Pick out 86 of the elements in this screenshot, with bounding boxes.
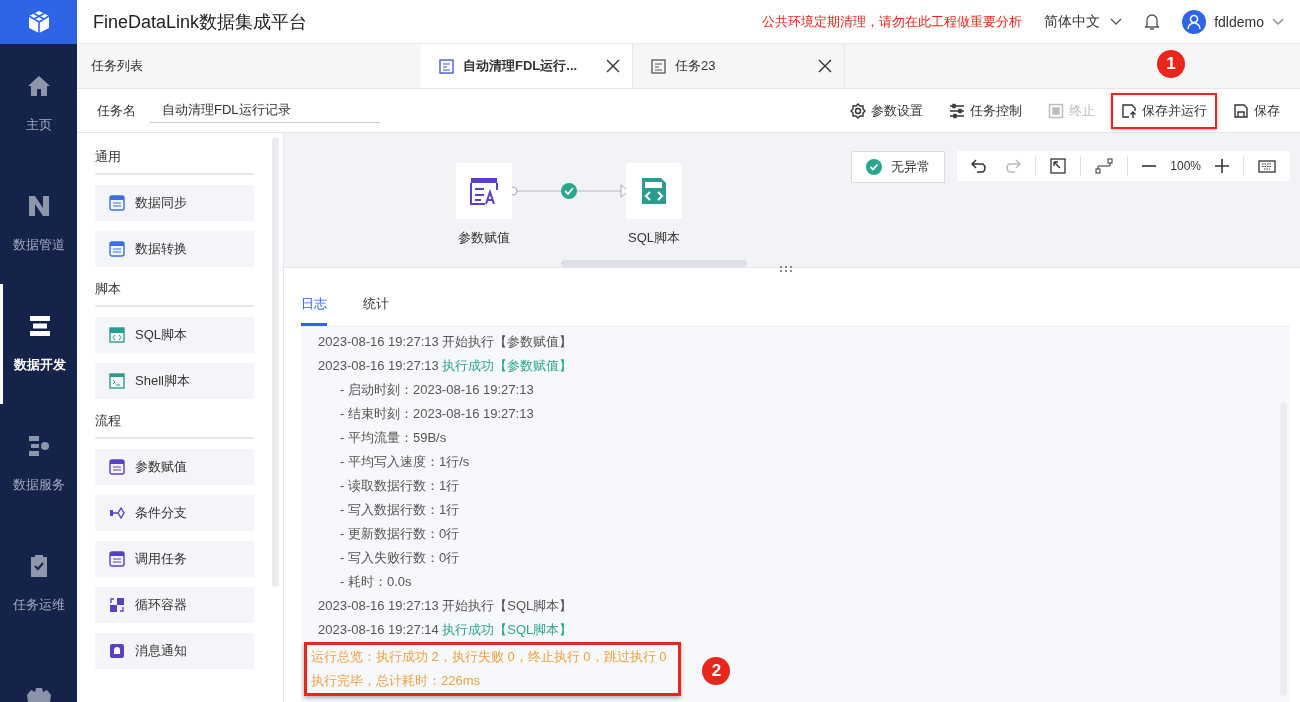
fit-view-icon[interactable]: [1050, 158, 1067, 174]
component-item[interactable]: 参数赋值: [95, 449, 254, 485]
component-item[interactable]: 数据转换: [95, 231, 254, 267]
document-icon: [439, 58, 454, 74]
log-line: - 耗时：0.0s: [339, 573, 413, 591]
toolbar-button[interactable]: 参数设置: [840, 92, 933, 129]
bell-icon[interactable]: [1144, 12, 1161, 31]
log-line: 2023-08-16 19:27:13 开始执行【SQL脚本】: [318, 597, 574, 615]
user-menu[interactable]: fdldemo: [1182, 9, 1284, 34]
log-line: - 写入数据行数：1行: [339, 501, 461, 519]
section-heading: 通用: [95, 148, 254, 175]
close-icon[interactable]: [606, 59, 620, 73]
step-marker: 1: [1157, 50, 1185, 78]
app-logo[interactable]: [0, 0, 77, 44]
check-circle-icon: [866, 159, 883, 175]
keyboard-icon[interactable]: [1258, 159, 1276, 173]
step-marker: 2: [702, 657, 731, 685]
log-line: - 更新数据行数：0行: [339, 525, 461, 543]
status-badge: 无异常: [851, 151, 946, 183]
task-name-label: 任务名: [97, 101, 136, 120]
notify-component-icon: [109, 643, 125, 659]
server-icon: [28, 314, 52, 338]
zoom-level: 100%: [1170, 159, 1201, 173]
component-item[interactable]: 调用任务: [95, 541, 254, 577]
settings-icon: [850, 102, 866, 119]
task-list-link[interactable]: 任务列表: [77, 44, 421, 88]
upload-icon: [1121, 102, 1137, 119]
component-item[interactable]: Shell脚本: [95, 363, 254, 399]
scrollbar[interactable]: [561, 260, 747, 267]
log-line: 2023-08-16 19:27:13 开始执行【参数赋值】: [318, 333, 574, 351]
settings-icon[interactable]: [25, 688, 52, 702]
log-line: 2023-08-16 19:27:14 执行成功【SQL脚本】: [318, 621, 574, 639]
log-summary-line: 执行完毕，总计耗时：226ms: [311, 672, 482, 690]
log-line: 2023-08-16 19:27:13 执行成功【参数赋值】: [318, 357, 574, 375]
component-item[interactable]: SQL脚本: [95, 317, 254, 353]
component-item[interactable]: 条件分支: [95, 495, 254, 531]
task-tab[interactable]: 自动清理FDL运行...: [421, 44, 633, 88]
parameter-icon: [469, 176, 499, 206]
sql-file-icon: [639, 176, 669, 206]
loop-component-icon: [109, 597, 125, 613]
nav-item[interactable]: 主页: [0, 44, 77, 164]
sql-component-icon: [109, 327, 125, 343]
section-heading: 流程: [95, 412, 254, 439]
zoom-in-icon[interactable]: [1215, 159, 1229, 173]
avatar-icon: [1182, 9, 1207, 34]
notice-text: 公共环境定期清理，请勿在此工程做重要分析: [762, 12, 1023, 31]
component-item[interactable]: 循环容器: [95, 587, 254, 623]
nav-item[interactable]: 任务运维: [0, 524, 77, 644]
log-line: - 启动时刻：2023-08-16 19:27:13: [339, 381, 535, 399]
sliders-icon: [949, 102, 965, 119]
user-name: fdldemo: [1214, 13, 1264, 30]
document-icon: [651, 58, 666, 74]
nav-item[interactable]: 数据服务: [0, 404, 77, 524]
auto-layout-icon[interactable]: [1095, 158, 1114, 174]
home-icon: [26, 74, 51, 98]
save-icon: [1233, 102, 1249, 119]
stop-icon: [1048, 102, 1064, 119]
chevron-down-icon: [1110, 17, 1123, 26]
section-heading: 脚本: [95, 280, 254, 307]
log-line: - 写入失败行数：0行: [339, 549, 461, 567]
log-line: - 读取数据行数：1行: [339, 477, 461, 495]
component-item[interactable]: 消息通知: [95, 633, 254, 669]
log-line: - 结束时刻：2023-08-16 19:27:13: [339, 405, 535, 423]
flow-node[interactable]: [626, 163, 682, 219]
nav-item[interactable]: 数据管道: [0, 164, 77, 284]
nav-item[interactable]: 数据开发: [0, 284, 77, 404]
resize-handle-icon[interactable]: [779, 265, 793, 273]
node-label: 参数赋值: [458, 229, 510, 247]
toolbar-button[interactable]: 保存: [1223, 92, 1290, 129]
log-tab[interactable]: 统计: [363, 295, 413, 326]
node-label: SQL脚本: [628, 229, 680, 247]
toolbar-button[interactable]: 任务控制: [939, 92, 1032, 129]
flow-node[interactable]: [456, 163, 512, 219]
chevron-down-icon: [1272, 17, 1284, 26]
app-title: FineDataLink数据集成平台: [93, 10, 308, 34]
log-line: - 平均写入速度：1行/s: [339, 453, 471, 471]
toolbar-button[interactable]: 保存并运行: [1111, 92, 1217, 129]
pipeline-icon: [26, 194, 51, 218]
language-dropdown[interactable]: 简体中文: [1044, 12, 1123, 31]
log-line: - 平均流量：59B/s: [339, 429, 448, 447]
log-summary-line: 运行总览：执行成功 2，执行失败 0，终止执行 0，跳过执行 0: [311, 648, 667, 666]
task-tab[interactable]: 任务23: [633, 44, 845, 88]
branch-component-icon: [109, 505, 125, 521]
component-item[interactable]: 数据同步: [95, 185, 254, 221]
close-icon[interactable]: [818, 59, 832, 73]
shell-component-icon: [109, 373, 125, 389]
